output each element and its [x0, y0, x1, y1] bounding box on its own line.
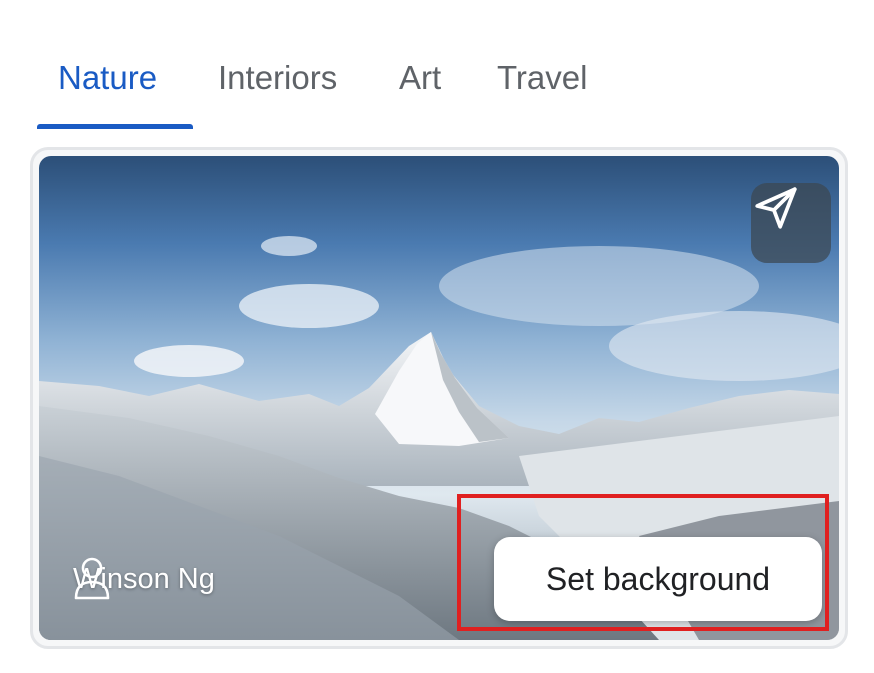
active-tab-indicator — [37, 124, 193, 129]
tab-art[interactable]: Art — [399, 52, 441, 104]
send-icon — [755, 187, 797, 229]
tab-interiors[interactable]: Interiors — [218, 52, 337, 104]
person-icon — [74, 557, 110, 600]
share-button[interactable] — [751, 183, 831, 263]
tab-travel[interactable]: Travel — [497, 52, 587, 104]
tab-nature[interactable]: Nature — [58, 52, 157, 104]
category-tabs: Nature Interiors Art Travel — [0, 0, 874, 135]
author-credit[interactable]: Winson Ng — [73, 556, 215, 602]
annotation-highlight-box — [457, 494, 829, 631]
